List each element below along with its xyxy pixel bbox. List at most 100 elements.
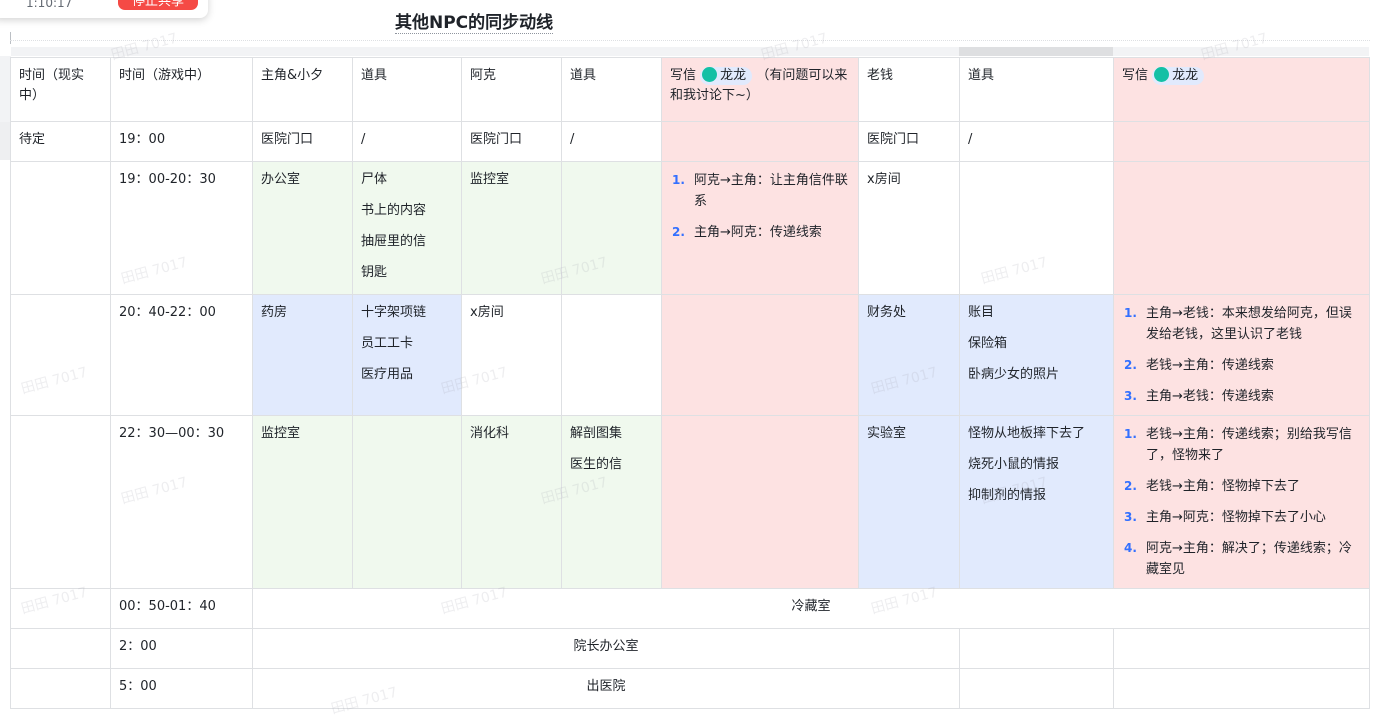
header-cell[interactable]: 时间（游戏中）	[110, 57, 253, 122]
table-cell[interactable]	[10, 294, 111, 416]
table-cell[interactable]	[10, 415, 111, 589]
cell-text: 主角→老钱：传递线索	[1146, 389, 1274, 404]
table-cell[interactable]: 财务处	[858, 294, 960, 416]
user-mention[interactable]: 龙龙	[1152, 66, 1205, 85]
column-header-strip[interactable]	[11, 47, 1369, 56]
table-cell[interactable]	[959, 668, 1114, 709]
table-cell[interactable]: /	[959, 121, 1114, 162]
table-cell[interactable]	[959, 628, 1114, 669]
table-cell[interactable]: x房间	[461, 294, 562, 416]
table-cell[interactable]: 19：00	[110, 121, 253, 162]
table-cell[interactable]	[1113, 161, 1370, 295]
table-cell[interactable]: 医院门口	[461, 121, 562, 162]
table-cell[interactable]: 19：00-20：30	[110, 161, 253, 295]
table-cell[interactable]: 监控室	[252, 415, 353, 589]
header-letter: 写信	[1122, 68, 1149, 83]
table-cell[interactable]: 实验室	[858, 415, 960, 589]
merged-cell[interactable]: 冷藏室	[252, 588, 1370, 629]
header-letter-note: （有问题可以来和我讨论下~）	[670, 68, 848, 103]
header-letter: 写信	[670, 68, 697, 83]
cell-text: /	[570, 132, 575, 147]
table-cell[interactable]: 待定	[10, 121, 111, 162]
header-cell[interactable]: 主角&小夕	[252, 57, 353, 122]
table-row: 2：00 院长办公室	[10, 628, 1370, 669]
table-cell[interactable]	[661, 294, 859, 416]
cell-text: 尸体	[361, 172, 388, 187]
table-cell[interactable]	[561, 161, 662, 295]
table-cell[interactable]: 1. 主角→老钱：本来想发给阿克，但误发给老钱，这里认识了老钱 2. 老钱→主角：传…	[1113, 294, 1370, 416]
table-cell[interactable]: 监控室	[461, 161, 562, 295]
table-cell[interactable]: 医院门口	[858, 121, 960, 162]
cell-text: 19：00	[119, 132, 166, 147]
page-title-text[interactable]: 其他NPC的同步动线	[395, 13, 554, 34]
table-cell[interactable]: 办公室	[252, 161, 353, 295]
table-cell[interactable]	[661, 415, 859, 589]
table-cell[interactable]	[561, 294, 662, 416]
cell-text: 出医院	[586, 679, 626, 694]
table-cell[interactable]: 尸体 书上的内容 抽屉里的信 钥匙	[352, 161, 462, 295]
cell-text: 医院门口	[470, 132, 523, 147]
table-cell[interactable]	[352, 415, 462, 589]
table-cell[interactable]	[1113, 668, 1370, 709]
list-item: 1. 老钱→主角：传递线索；别给我写信了，怪物来了	[1122, 424, 1361, 466]
cell-text: 待定	[19, 132, 46, 147]
table-cell[interactable]: 1. 老钱→主角：传递线索；别给我写信了，怪物来了 2. 老钱→主角：怪物掉下去了 …	[1113, 415, 1370, 589]
table-cell[interactable]: 解剖图集 医生的信	[561, 415, 662, 589]
table-cell[interactable]: 账目 保险箱 卧病少女的照片	[959, 294, 1114, 416]
header-cell[interactable]: 道具	[352, 57, 462, 122]
cell-text: x房间	[470, 305, 504, 320]
list-number: 3.	[1124, 389, 1137, 403]
cell-text: 解剖图集	[570, 426, 623, 441]
cell-text: 主角→阿克：传递线索	[694, 225, 822, 240]
mention-name: 龙龙	[720, 67, 747, 83]
table-cell[interactable]: 2：00	[110, 628, 253, 669]
table-cell[interactable]: 1. 阿克→主角：让主角信件联系 2. 主角→阿克：传递线索	[661, 161, 859, 295]
table-cell[interactable]	[1113, 628, 1370, 669]
user-mention[interactable]: 龙龙	[700, 66, 753, 85]
table-cell[interactable]: 00：50-01：40	[110, 588, 253, 629]
stop-share-button[interactable]: 停止共享	[118, 0, 198, 10]
mention-name: 龙龙	[1172, 67, 1199, 83]
table-corner-handle[interactable]	[10, 32, 15, 44]
cell-text: 怪物从地板摔下去了	[968, 426, 1086, 441]
table-cell[interactable]: 药房	[252, 294, 353, 416]
merged-cell[interactable]: 出医院	[252, 668, 960, 709]
list-number: 2.	[672, 225, 685, 239]
table-cell[interactable]	[959, 161, 1114, 295]
table-cell[interactable]	[10, 668, 111, 709]
list-item: 3. 主角→老钱：传递线索	[1122, 386, 1361, 407]
table-cell[interactable]: 怪物从地板摔下去了 烧死小鼠的情报 抑制剂的情报	[959, 415, 1114, 589]
table-cell[interactable]: 22：30—00：30	[110, 415, 253, 589]
table-cell[interactable]	[10, 588, 111, 629]
list-number: 1.	[672, 173, 685, 187]
table-cell[interactable]: 20：40-22：00	[110, 294, 253, 416]
table-cell[interactable]: 消化科	[461, 415, 562, 589]
header-cell[interactable]: 道具	[959, 57, 1114, 122]
header-cell[interactable]: 老钱	[858, 57, 960, 122]
table-cell[interactable]: /	[352, 121, 462, 162]
header-props: 道具	[968, 68, 995, 83]
merged-cell[interactable]: 院长办公室	[252, 628, 960, 669]
cell-text: 主角→老钱：本来想发给阿克，但误发给老钱，这里认识了老钱	[1146, 306, 1352, 342]
table-cell[interactable]: 医院门口	[252, 121, 353, 162]
header-cell[interactable]: 时间（现实中）	[10, 57, 111, 122]
table-cell[interactable]: 十字架项链 员工工卡 医疗用品	[352, 294, 462, 416]
table-cell[interactable]: /	[561, 121, 662, 162]
table-cell[interactable]	[10, 161, 111, 295]
header-cell[interactable]: 道具	[561, 57, 662, 122]
table-cell[interactable]	[10, 628, 111, 669]
list-number: 4.	[1124, 541, 1137, 555]
list-item: 2. 老钱→主角：传递线索	[1122, 355, 1361, 376]
cell-text: 实验室	[867, 426, 907, 441]
header-cell[interactable]: 阿克	[461, 57, 562, 122]
table-cell[interactable]	[1113, 121, 1370, 162]
cell-text: 抑制剂的情报	[968, 488, 1047, 503]
header-cell[interactable]: 写信 龙龙 （有问题可以来和我讨论下~）	[661, 57, 859, 122]
table-cell[interactable]: 5：00	[110, 668, 253, 709]
list-number: 3.	[1124, 510, 1137, 524]
list-item: 1. 主角→老钱：本来想发给阿克，但误发给老钱，这里认识了老钱	[1122, 303, 1361, 345]
cell-text: 财务处	[867, 305, 907, 320]
table-cell[interactable]: x房间	[858, 161, 960, 295]
table-cell[interactable]	[661, 121, 859, 162]
header-cell[interactable]: 写信 龙龙	[1113, 57, 1370, 122]
